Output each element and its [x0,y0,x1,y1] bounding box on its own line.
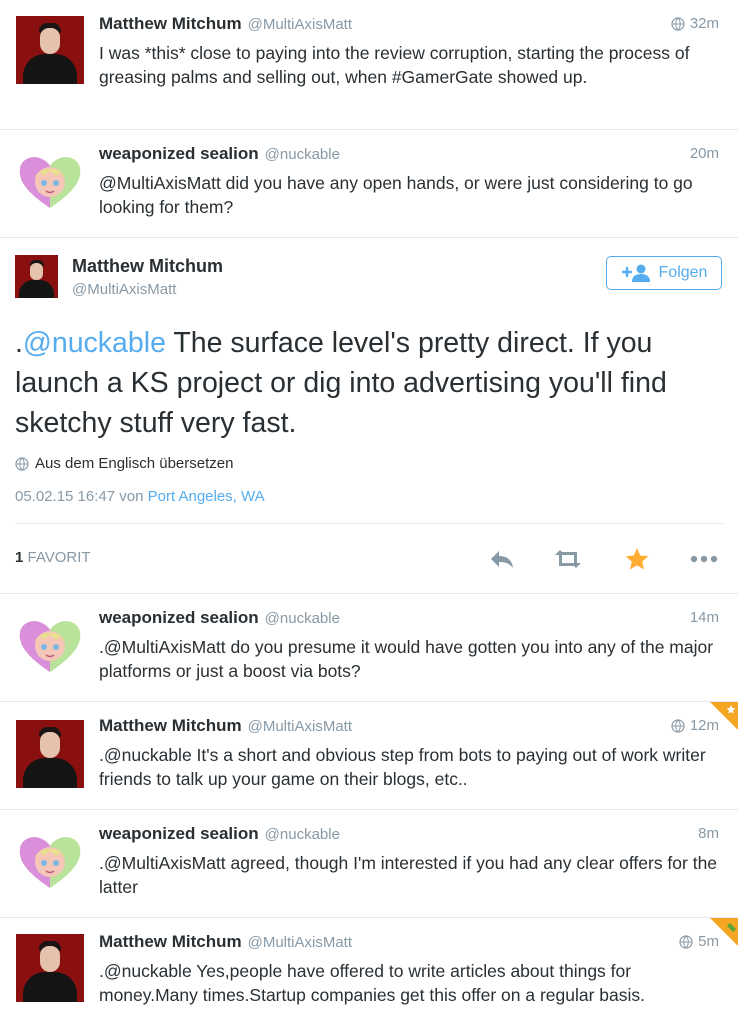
user-name[interactable]: weaponized sealion [99,824,259,844]
tweet-item[interactable]: Matthew Mitchum @MultiAxisMatt 12m .@nuc… [0,702,738,810]
avatar[interactable] [16,146,84,214]
time-label: 14m [689,609,719,626]
location-link[interactable]: Port Angeles, WA [148,488,265,505]
divider [0,237,738,238]
text-prefix: . [15,327,23,359]
time-label: 32m [689,15,719,32]
time-label: 8m [698,825,719,842]
reply-icon [491,551,513,568]
via-label: von [119,488,144,505]
favorites-label: FAVORIT [27,549,91,566]
globe-icon [671,16,685,31]
tweet-item[interactable]: weaponized sealion @nuckable 20m @MultiA… [0,130,738,237]
favorite-button[interactable] [621,545,653,573]
main-tweet-text: .@nuckable The surface level's pretty di… [15,323,725,443]
tweet-text: I was *this* close to paying into the re… [99,43,690,87]
time-label: 12m [689,717,719,734]
globe-icon [671,718,685,733]
timestamp: 8m [698,825,719,842]
user-name[interactable]: Matthew Mitchum [99,14,242,34]
user-handle[interactable]: @MultiAxisMatt [248,934,352,951]
user-handle[interactable]: @MultiAxisMatt [248,718,352,735]
follow-label: Folgen [658,264,708,281]
main-user-name[interactable]: Matthew Mitchum [72,256,223,277]
star-icon [625,548,649,570]
tweet-text: .@MultiAxisMatt do you presume it would … [99,637,714,681]
user-name[interactable]: Matthew Mitchum [99,932,242,952]
tweet-meta: 05.02.15 16:47 von Port Angeles, WA [15,488,265,505]
avatar[interactable] [16,826,84,894]
main-user-handle[interactable]: @MultiAxisMatt [72,281,176,298]
user-handle[interactable]: @nuckable [265,826,340,843]
user-name[interactable]: weaponized sealion [99,608,259,628]
main-avatar[interactable] [15,255,58,298]
user-handle[interactable]: @MultiAxisMatt [248,16,352,33]
translate-link[interactable]: Aus dem Englisch übersetzen [15,455,233,472]
tweet-item[interactable]: Matthew Mitchum @MultiAxisMatt 5m .@nuck… [0,918,738,1024]
retweet-button[interactable] [552,545,584,573]
add-user-icon [621,264,650,282]
favorites-count[interactable]: 1 FAVORIT [15,549,91,566]
timestamp: 12m [671,717,719,734]
tweet-date: 05.02.15 16:47 [15,488,116,505]
favorites-number: 1 [15,549,24,566]
globe-icon [679,934,693,949]
time-label: 20m [689,145,719,162]
avatar[interactable] [16,720,84,788]
more-button[interactable] [688,545,720,573]
more-dots-icon [690,555,718,563]
mention-link[interactable]: @nuckable [23,327,166,359]
tweet-text: .@nuckable It's a short and obvious step… [99,745,706,789]
time-label: 5m [698,933,719,950]
divider [15,523,723,524]
reply-button[interactable] [486,545,518,573]
tweet-text: .@MultiAxisMatt agreed, though I'm inter… [99,853,718,897]
user-handle[interactable]: @nuckable [265,146,340,163]
avatar[interactable] [16,610,84,678]
tweet-text: .@nuckable Yes,people have offered to wr… [99,961,646,1005]
tweet-text: @MultiAxisMatt did you have any open han… [99,173,693,217]
avatar[interactable] [16,934,84,1002]
avatar[interactable] [16,16,84,84]
timestamp: 32m [671,15,719,32]
tweet-item[interactable]: Matthew Mitchum @MultiAxisMatt 32m I was… [0,0,738,130]
follow-button[interactable]: Folgen [606,256,722,290]
user-handle[interactable]: @nuckable [265,610,340,627]
retweet-icon [555,550,581,568]
tweet-item[interactable]: weaponized sealion @nuckable 14m .@Multi… [0,594,738,702]
user-name[interactable]: weaponized sealion [99,144,259,164]
tweet-item[interactable]: weaponized sealion @nuckable 8m .@MultiA… [0,810,738,917]
user-name[interactable]: Matthew Mitchum [99,716,242,736]
timestamp: 20m [690,145,719,162]
globe-icon [15,456,29,471]
timestamp: 5m [679,933,719,950]
timestamp: 14m [690,609,719,626]
translate-label: Aus dem Englisch übersetzen [35,455,234,472]
